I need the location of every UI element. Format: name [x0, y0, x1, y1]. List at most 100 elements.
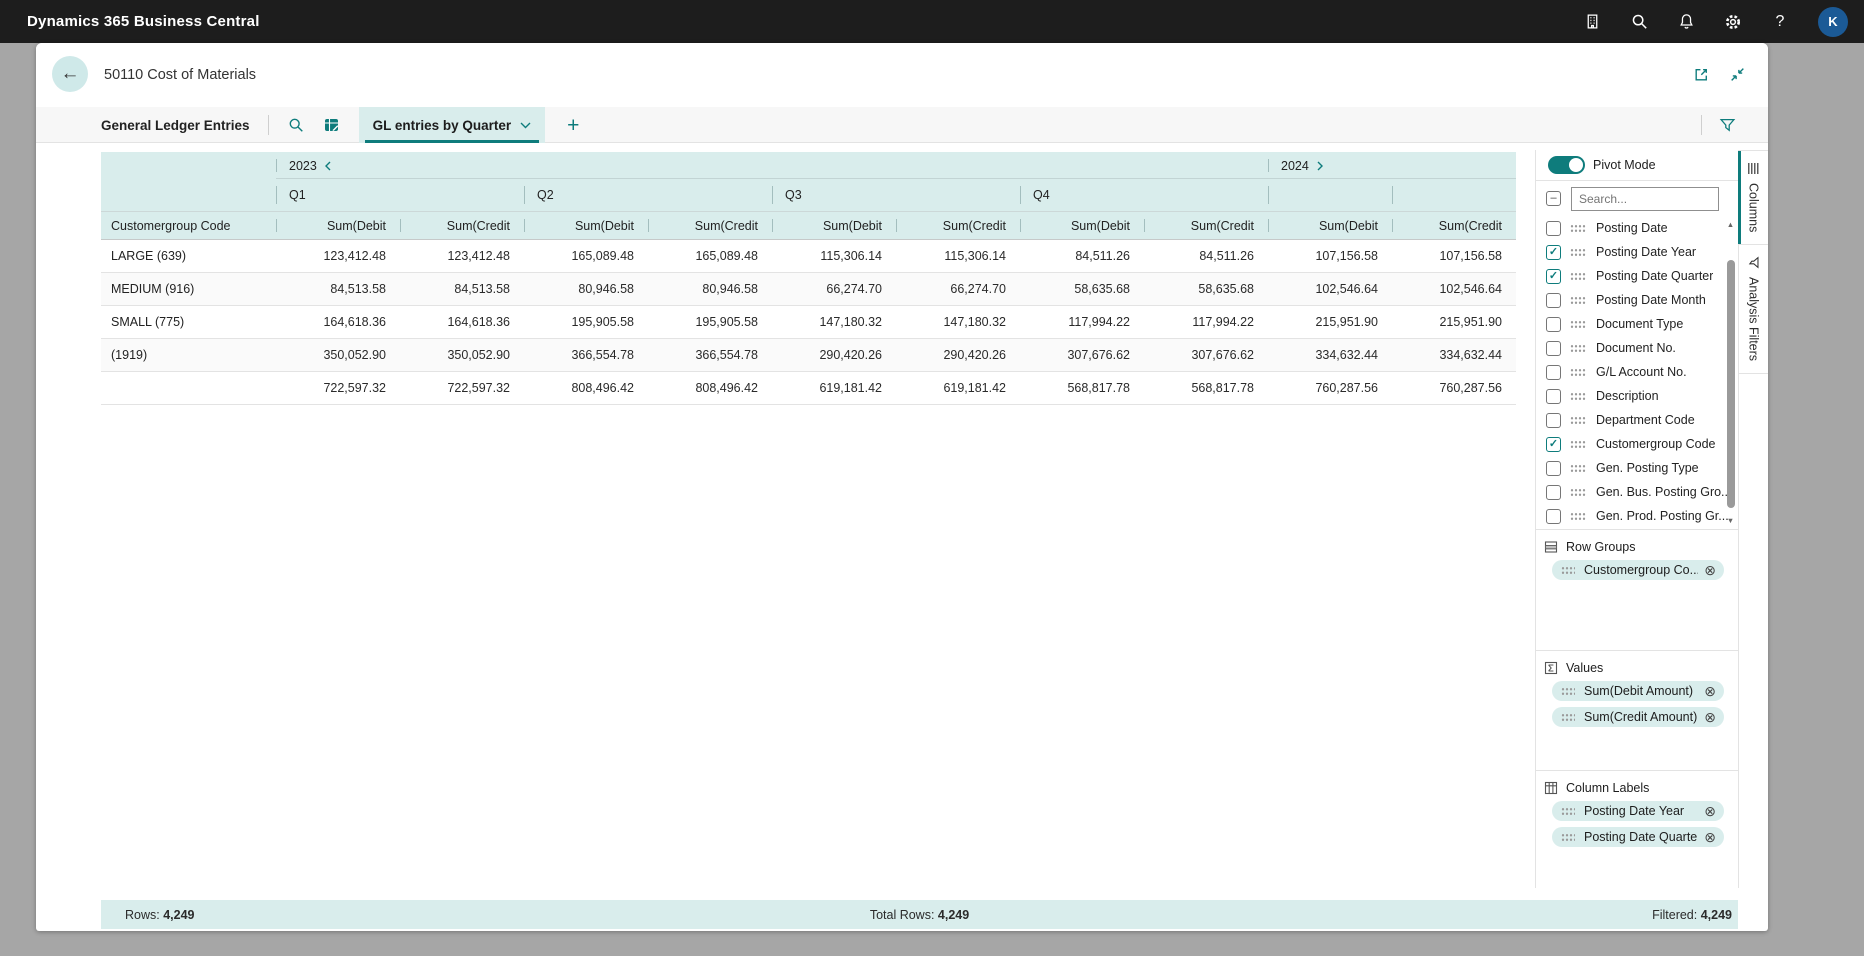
tab-analysis-filters[interactable]: Analysis Filters: [1739, 245, 1768, 374]
value-cell[interactable]: 66,274.70: [772, 273, 896, 305]
value-header-cell[interactable]: Sum(Credit: [400, 212, 524, 239]
value-cell[interactable]: 215,951.90: [1268, 306, 1392, 338]
field-item-posting-date-quarter[interactable]: ✓Posting Date Quarter: [1536, 264, 1738, 288]
drag-handle-icon[interactable]: [1570, 344, 1586, 353]
field-checkbox[interactable]: [1546, 461, 1561, 476]
search-icon[interactable]: [1630, 13, 1648, 31]
value-header-cell[interactable]: Sum(Debit: [276, 212, 400, 239]
value-header-cell[interactable]: Sum(Credit: [1144, 212, 1268, 239]
value-cell[interactable]: 619,181.42: [896, 372, 1020, 404]
value-cell[interactable]: 117,994.22: [1020, 306, 1144, 338]
field-checkbox[interactable]: [1546, 413, 1561, 428]
pivot-pill[interactable]: Posting Date Quarter⊗: [1552, 827, 1724, 847]
remove-pill-icon[interactable]: ⊗: [1704, 830, 1716, 844]
field-checkbox[interactable]: [1546, 341, 1561, 356]
back-button[interactable]: ←: [52, 56, 88, 92]
year-group-2023[interactable]: 2023: [276, 152, 1268, 179]
field-checkbox[interactable]: ✓: [1546, 245, 1561, 260]
pivot-pill[interactable]: Sum(Debit Amount)⊗: [1552, 681, 1724, 701]
value-cell[interactable]: 334,632.44: [1268, 339, 1392, 371]
value-header-cell[interactable]: Sum(Credit: [648, 212, 772, 239]
field-checkbox[interactable]: ✓: [1546, 437, 1561, 452]
value-cell[interactable]: 760,287.56: [1392, 372, 1516, 404]
search-list-icon[interactable]: [287, 116, 305, 134]
row-label-cell[interactable]: MEDIUM (916): [101, 273, 276, 305]
add-analysis-tab-button[interactable]: +: [567, 115, 579, 136]
drag-handle-icon[interactable]: [1570, 440, 1586, 449]
field-checkbox[interactable]: [1546, 389, 1561, 404]
value-cell[interactable]: 123,412.48: [276, 240, 400, 272]
value-cell[interactable]: 58,635.68: [1020, 273, 1144, 305]
value-cell[interactable]: 619,181.42: [772, 372, 896, 404]
field-checkbox[interactable]: [1546, 221, 1561, 236]
pivot-mode-toggle[interactable]: [1548, 156, 1585, 174]
value-cell[interactable]: 107,156.58: [1268, 240, 1392, 272]
drag-handle-icon[interactable]: [1570, 512, 1586, 521]
drag-handle-icon[interactable]: [1570, 272, 1586, 281]
drag-handle-icon[interactable]: [1561, 833, 1575, 842]
row-label-cell[interactable]: (1919): [101, 339, 276, 371]
scrollbar-thumb[interactable]: [1727, 260, 1735, 508]
value-cell[interactable]: 215,951.90: [1392, 306, 1516, 338]
pivot-pill[interactable]: Posting Date Year⊗: [1552, 801, 1724, 821]
scroll-down-arrow[interactable]: ▼: [1724, 514, 1737, 526]
value-header-cell[interactable]: Sum(Debit: [1268, 212, 1392, 239]
help-icon[interactable]: ?: [1771, 13, 1789, 31]
value-cell[interactable]: 350,052.90: [400, 339, 524, 371]
row-label-cell[interactable]: [101, 372, 276, 404]
value-cell[interactable]: 164,618.36: [276, 306, 400, 338]
value-header-cell[interactable]: Sum(Debit: [524, 212, 648, 239]
value-cell[interactable]: 366,554.78: [648, 339, 772, 371]
quarter-group-Q4[interactable]: Q4: [1020, 179, 1268, 211]
drag-handle-icon[interactable]: [1570, 224, 1586, 233]
value-cell[interactable]: 147,180.32: [772, 306, 896, 338]
row-label-cell[interactable]: SMALL (775): [101, 306, 276, 338]
value-cell[interactable]: 147,180.32: [896, 306, 1020, 338]
tab-columns[interactable]: Columns: [1739, 151, 1768, 245]
field-checkbox[interactable]: [1546, 317, 1561, 332]
value-cell[interactable]: 568,817.78: [1020, 372, 1144, 404]
drag-handle-icon[interactable]: [1561, 687, 1575, 696]
value-cell[interactable]: 80,946.58: [524, 273, 648, 305]
field-checkbox[interactable]: [1546, 485, 1561, 500]
field-checkbox[interactable]: ✓: [1546, 269, 1561, 284]
drag-handle-icon[interactable]: [1570, 320, 1586, 329]
value-cell[interactable]: 366,554.78: [524, 339, 648, 371]
value-cell[interactable]: 290,420.26: [772, 339, 896, 371]
drag-handle-icon[interactable]: [1570, 248, 1586, 257]
value-cell[interactable]: 164,618.36: [400, 306, 524, 338]
value-cell[interactable]: 165,089.48: [648, 240, 772, 272]
value-cell[interactable]: 84,511.26: [1144, 240, 1268, 272]
value-cell[interactable]: 760,287.56: [1268, 372, 1392, 404]
remove-pill-icon[interactable]: ⊗: [1704, 804, 1716, 818]
value-cell[interactable]: 350,052.90: [276, 339, 400, 371]
drag-handle-icon[interactable]: [1561, 713, 1575, 722]
row-header-cell[interactable]: Customergroup Code: [101, 212, 276, 239]
value-cell[interactable]: 165,089.48: [524, 240, 648, 272]
field-item-gen-bus-posting-gro-[interactable]: Gen. Bus. Posting Gro...: [1536, 480, 1738, 504]
user-avatar[interactable]: K: [1818, 7, 1848, 37]
value-cell[interactable]: 115,306.14: [772, 240, 896, 272]
value-header-cell[interactable]: Sum(Debit: [772, 212, 896, 239]
remove-pill-icon[interactable]: ⊗: [1704, 563, 1716, 577]
quarter-group-Q1[interactable]: Q1: [276, 179, 524, 211]
value-cell[interactable]: 722,597.32: [276, 372, 400, 404]
field-item-posting-date-month[interactable]: Posting Date Month: [1536, 288, 1738, 312]
settings-gear-icon[interactable]: [1724, 13, 1742, 31]
value-cell[interactable]: 102,546.64: [1392, 273, 1516, 305]
field-item-document-no-[interactable]: Document No.: [1536, 336, 1738, 360]
field-checkbox[interactable]: [1546, 509, 1561, 524]
value-cell[interactable]: 722,597.32: [400, 372, 524, 404]
row-label-cell[interactable]: LARGE (639): [101, 240, 276, 272]
select-all-checkbox[interactable]: –: [1546, 191, 1561, 206]
field-item-document-type[interactable]: Document Type: [1536, 312, 1738, 336]
open-in-new-window-icon[interactable]: [1692, 65, 1710, 83]
quarter-group-Q3[interactable]: Q3: [772, 179, 1020, 211]
value-cell[interactable]: 107,156.58: [1392, 240, 1516, 272]
value-cell[interactable]: 290,420.26: [896, 339, 1020, 371]
value-cell[interactable]: 568,817.78: [1144, 372, 1268, 404]
field-item-posting-date-year[interactable]: ✓Posting Date Year: [1536, 240, 1738, 264]
tab-gl-entries-by-quarter[interactable]: GL entries by Quarter: [359, 107, 546, 143]
value-cell[interactable]: 808,496.42: [524, 372, 648, 404]
value-cell[interactable]: 195,905.58: [524, 306, 648, 338]
